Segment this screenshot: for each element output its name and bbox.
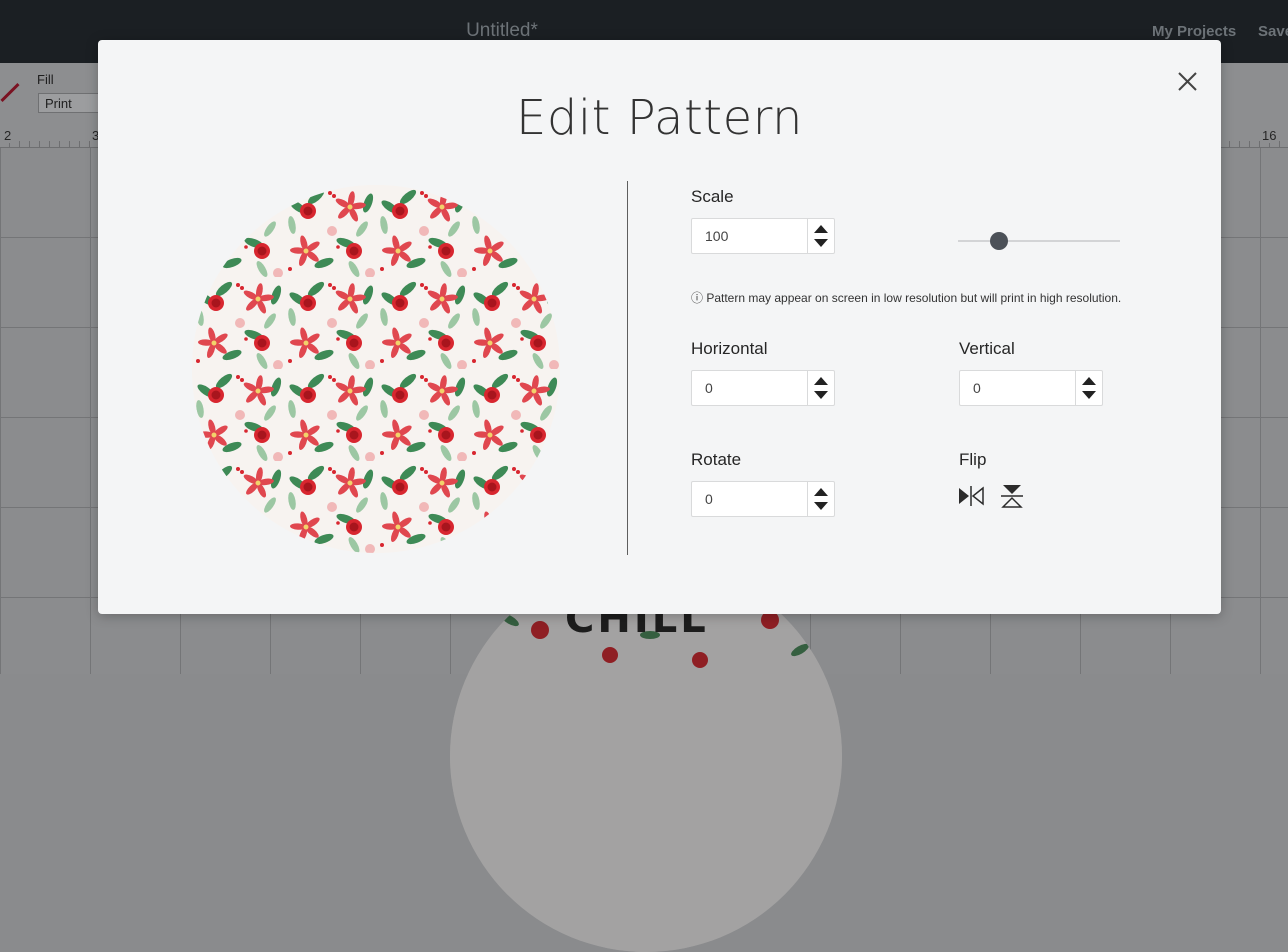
vertical-label: Vertical	[959, 339, 1015, 358]
document-title[interactable]: Untitled*	[0, 20, 1004, 42]
chevron-up-icon[interactable]	[814, 488, 828, 496]
chevron-up-icon[interactable]	[814, 225, 828, 233]
scale-stepper	[807, 219, 834, 253]
my-projects-link[interactable]: My Projects	[1152, 23, 1236, 40]
ruler-number: 2	[2, 128, 14, 143]
chevron-down-icon[interactable]	[814, 239, 828, 247]
save-button[interactable]: Save	[1258, 23, 1288, 40]
rotate-field	[691, 481, 835, 517]
horizontal-input[interactable]	[692, 371, 809, 405]
horizontal-stepper	[807, 371, 834, 405]
scale-label: Scale	[691, 187, 734, 206]
vertical-stepper	[1075, 371, 1102, 405]
chevron-down-icon[interactable]	[814, 391, 828, 399]
divider	[627, 181, 628, 555]
flip-label: Flip	[959, 450, 987, 469]
scale-slider-thumb[interactable]	[989, 232, 1008, 250]
edit-pattern-modal: Edit Pattern Scale 100 ⓘ Pattern may app…	[98, 40, 1221, 614]
ruler-number: 16	[1260, 128, 1279, 143]
fill-label: Fill	[37, 72, 54, 87]
linetype-icon[interactable]	[0, 82, 20, 103]
resolution-note: ⓘ Pattern may appear on screen in low re…	[691, 291, 1122, 305]
chevron-up-icon[interactable]	[1082, 377, 1096, 385]
flip-vertical-button[interactable]	[999, 483, 1027, 511]
scale-slider-track[interactable]	[958, 240, 1120, 242]
vertical-field	[959, 370, 1103, 406]
scale-field	[691, 218, 835, 254]
rotate-input[interactable]	[692, 482, 809, 516]
horizontal-field	[691, 370, 835, 406]
floral-pattern-image	[192, 185, 560, 553]
modal-title: Edit Pattern	[516, 90, 803, 146]
chevron-up-icon[interactable]	[814, 377, 828, 385]
flip-horizontal-button[interactable]	[957, 483, 985, 511]
chevron-down-icon[interactable]	[1082, 391, 1096, 399]
pattern-preview	[192, 185, 560, 553]
flip-vertical-icon	[1001, 485, 1023, 508]
rotate-stepper	[807, 482, 834, 516]
flip-horizontal-icon	[959, 486, 984, 506]
chevron-down-icon[interactable]	[814, 502, 828, 510]
scale-input[interactable]	[692, 219, 809, 253]
horizontal-label: Horizontal	[691, 339, 768, 358]
rotate-label: Rotate	[691, 450, 742, 469]
vertical-input[interactable]	[960, 371, 1077, 405]
